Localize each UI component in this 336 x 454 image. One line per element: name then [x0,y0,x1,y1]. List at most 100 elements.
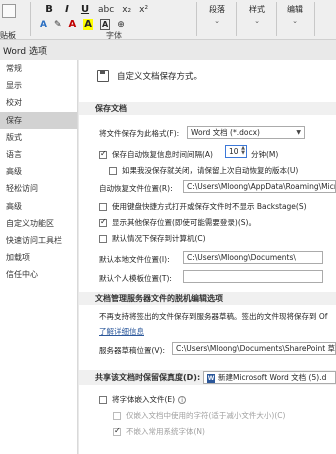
panel-header-text: 自定义文档保存方式。 [117,72,203,82]
fidelity-document-select[interactable]: W 新建Microsoft Word 文档 (5).d [203,371,336,384]
autorecover-row: 保存自动恢复信息时间间隔(A) [99,149,213,160]
local-location-label: 默认本地文件位置(I): [99,255,170,264]
ribbon-separator [30,2,31,36]
paste-icon[interactable] [2,4,16,18]
nav-item-advanced-2[interactable]: 高级 [0,198,77,215]
embed-only-used-row: 仅嵌入文档中使用的字符(适于减小文件大小)(C) [113,410,285,421]
keep-last-label: 如果我没保存就关闭，请保留上次自动恢复的版本(U) [122,166,299,175]
nav-item-general[interactable]: 常规 [0,60,77,77]
no-common-fonts-row: 不嵌入常用系统字体(N) [113,426,205,437]
keep-last-row: 如果我没保存就关闭，请保留上次自动恢复的版本(U) [109,165,298,176]
show-more-places-row: 显示其他保存位置(即使可能需要登录)(S)。 [99,217,256,228]
nav-item-typography[interactable]: 版式 [0,129,77,146]
nav-item-save[interactable]: 保存 [0,111,77,129]
more-info-link[interactable]: 了解详细信息 [99,326,144,337]
nav-item-display[interactable]: 显示 [0,77,77,94]
fidelity-document-value: 新建Microsoft Word 文档 (5).d [218,373,327,382]
offline-description: 不再支持将签出的文件保存到服务器草稿。签出的文件现将保存到 Of [99,312,328,321]
format-select-value: Word 文档 (*.docx) [191,128,260,137]
autorecover-minutes-input[interactable]: 10 ▲ ▼ [225,145,247,158]
more-info-row: 了解详细信息 [99,326,144,337]
autorecover-minutes-value: 10 [229,147,239,156]
font-color-row: A ✎ A A A ⊕ [40,19,125,30]
nav-item-language[interactable]: 语言 [0,146,77,163]
paragraph-label: 段落 [209,5,225,14]
shading-icon[interactable]: A [83,19,94,30]
show-more-places-checkbox[interactable] [99,217,107,227]
no-backstage-checkbox[interactable] [99,202,107,211]
editing-label: 编辑 [287,5,303,14]
font-color-icon[interactable]: A [69,19,77,30]
strikethrough-icon[interactable]: abc [98,5,114,15]
chevron-down-icon: ⌄ [292,17,298,25]
ribbon: 贴板 B I U abc x₂ x² A ✎ A A A ⊕ 字体 段落 ⌄ 样… [0,0,336,40]
dialog-title: Word 选项 [3,47,47,57]
embed-only-used-label: 仅嵌入文档中使用的字符(适于减小文件大小)(C) [126,411,286,420]
font-format-row: B I U abc x₂ x² [44,4,148,15]
panel-header: 自定义文档保存方式。 [97,70,202,82]
default-to-computer-label: 默认情况下保存到计算机(C) [112,234,206,243]
save-icon [97,70,109,82]
text-effects-icon[interactable]: A [40,20,47,30]
autorecover-location-input[interactable]: C:\Users\Mloong\AppData\Roaming\Micr [183,180,336,193]
enclose-char-icon[interactable]: ⊕ [117,20,125,30]
ribbon-separator [196,2,197,36]
bold-button[interactable]: B [44,4,54,15]
nav-item-customize-ribbon[interactable]: 自定义功能区 [0,215,77,232]
keep-last-checkbox[interactable] [109,166,117,175]
editing-group[interactable]: 编辑 ⌄ [282,4,308,25]
info-icon[interactable]: i [178,395,187,404]
styles-group[interactable]: 样式 ⌄ [244,4,270,25]
embed-only-used-checkbox[interactable] [113,411,121,420]
local-location-input[interactable]: C:\Users\Mloong\Documents\ [183,251,323,264]
chevron-down-icon: ⌄ [214,17,220,25]
section-save-documents: 保存文档 [79,102,336,115]
subscript-icon[interactable]: x₂ [122,5,131,15]
autorecover-location-label: 自动恢复文件位置(R): [99,184,173,193]
no-backstage-label: 使用键盘快捷方式打开或保存文件时不显示 Backstage(S) [112,202,307,211]
ribbon-separator [314,2,315,36]
highlight-icon[interactable]: ✎ [54,20,62,30]
personal-templates-input[interactable] [183,270,323,283]
nav-item-accessibility[interactable]: 轻松访问 [0,180,77,197]
superscript-icon[interactable]: x² [139,5,148,15]
fidelity-label: 共享该文档时保留保真度(D): [95,373,201,382]
personal-templates-label: 默认个人模板位置(T): [99,274,172,283]
character-border-icon[interactable]: A [100,19,111,30]
autorecover-checkbox[interactable] [99,149,107,159]
embed-fonts-row: 将字体嵌入文件(E) i [99,394,187,405]
embed-fonts-label: 将字体嵌入文件(E) [112,395,176,404]
nav-item-proofing[interactable]: 校对 [0,94,77,111]
options-nav: 常规 显示 校对 保存 版式 语言 高级 轻松访问 高级 自定义功能区 快速访问… [0,60,78,454]
font-group-label: 字体 [106,31,122,40]
italic-button[interactable]: I [62,4,72,15]
nav-item-addins[interactable]: 加载项 [0,249,77,266]
nav-item-trust-center[interactable]: 信任中心 [0,266,77,283]
save-options-panel: 自定义文档保存方式。 保存文档 将文件保存为此格式(F): Word 文档 (*… [79,60,336,454]
no-backstage-row: 使用键盘快捷方式打开或保存文件时不显示 Backstage(S) [99,201,307,212]
drafts-location-label: 服务器草稿位置(V): [99,346,166,355]
nav-item-advanced-1[interactable]: 高级 [0,163,77,180]
default-to-computer-checkbox[interactable] [99,234,107,243]
chevron-down-icon: ▼ [296,129,301,136]
format-select[interactable]: Word 文档 (*.docx) ▼ [187,126,305,139]
format-label: 将文件保存为此格式(F): [99,129,180,138]
ribbon-separator [276,2,277,36]
ribbon-separator [236,2,237,36]
autorecover-unit: 分钟(M) [251,150,279,159]
show-more-places-label: 显示其他保存位置(即使可能需要登录)(S)。 [112,218,256,227]
default-to-computer-row: 默认情况下保存到计算机(C) [99,233,206,244]
embed-fonts-checkbox[interactable] [99,395,107,404]
spinner-arrows-icon[interactable]: ▲ ▼ [241,146,245,156]
styles-label: 样式 [249,5,265,14]
clipboard-label: 贴板 [0,31,16,40]
nav-item-quick-access[interactable]: 快速访问工具栏 [0,232,77,249]
paragraph-group[interactable]: 段落 ⌄ [204,4,230,25]
drafts-location-input[interactable]: C:\Users\Mloong\Documents\SharePoint 草 [172,342,336,355]
autorecover-label: 保存自动恢复信息时间间隔(A) [112,150,213,159]
section-offline-editing: 文档管理服务器文件的脱机编辑选项 [79,292,336,305]
no-common-fonts-checkbox[interactable] [113,426,121,436]
chevron-down-icon: ⌄ [254,17,260,25]
underline-button[interactable]: U [80,4,90,15]
no-common-fonts-label: 不嵌入常用系统字体(N) [126,427,205,436]
